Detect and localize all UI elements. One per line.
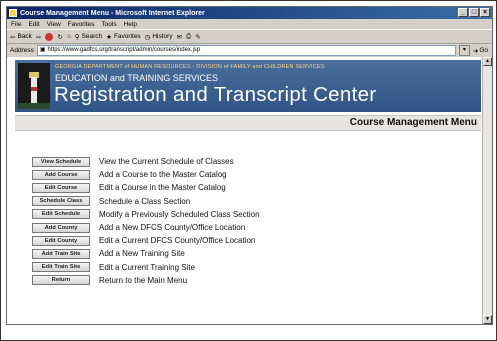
menu-edit[interactable]: Edit — [28, 21, 39, 28]
back-arrow-icon: ⇦ — [10, 33, 16, 41]
go-label: Go — [479, 47, 488, 54]
menu-row: Edit Schedule Modify a Previously Schedu… — [32, 208, 260, 221]
item-description: Add a New Training Site — [99, 249, 185, 259]
view-schedule-button[interactable]: View Schedule — [32, 156, 90, 167]
item-description: Modify a Previously Scheduled Class Sect… — [99, 209, 260, 219]
item-description: Edit a Current DFCS County/Office Locati… — [99, 236, 256, 246]
edit-schedule-button[interactable]: Edit Schedule — [32, 209, 90, 220]
search-icon: ⚲ — [74, 33, 80, 41]
scroll-down-icon[interactable]: ▼ — [483, 315, 492, 324]
search-label: Search — [81, 33, 103, 40]
history-button[interactable]: ◷ History — [145, 33, 173, 41]
mail-icon[interactable]: ✉ — [177, 33, 182, 41]
page-icon: ▣ — [39, 47, 46, 53]
item-description: Add a Course to the Master Catalog — [99, 170, 227, 180]
banner-department: GEORGIA DEPARTMENT of HUMAN RESOURCES - … — [55, 64, 325, 70]
ie-icon — [9, 9, 17, 17]
page-title: Course Management Menu — [349, 117, 477, 128]
title-bar: Course Management Menu - Microsoft Inter… — [7, 7, 492, 19]
edit-train-site-button[interactable]: Edit Train Site — [32, 262, 90, 273]
menu-file[interactable]: File — [11, 21, 21, 28]
add-train-site-button[interactable]: Add Train Site — [32, 248, 90, 259]
edit-icon[interactable]: ✎ — [195, 33, 200, 41]
site-banner: GEORGIA DEPARTMENT of HUMAN RESOURCES - … — [15, 60, 481, 112]
add-county-button[interactable]: Add County — [32, 222, 90, 233]
item-description: Edit a Current Training Site — [99, 262, 196, 272]
minimize-icon[interactable]: _ — [458, 8, 468, 17]
window-controls: _ □ × — [458, 8, 490, 17]
window-title: Course Management Menu - Microsoft Inter… — [20, 9, 205, 17]
address-input[interactable]: ▣ https://www.gadfcs.org/transcript/admi… — [36, 45, 456, 56]
address-url: https://www.gadfcs.org/transcript/admin/… — [47, 47, 201, 53]
edit-county-button[interactable]: Edit County — [32, 235, 90, 246]
browser-window: Course Management Menu - Microsoft Inter… — [6, 6, 493, 325]
menu-row: Add County Add a New DFCS County/Office … — [32, 221, 260, 234]
forward-icon[interactable]: ⇨ — [36, 33, 41, 41]
lighthouse-logo — [18, 63, 50, 109]
menu-row: View Schedule View the Current Schedule … — [32, 155, 260, 168]
close-icon[interactable]: × — [480, 8, 490, 17]
item-description: View the Current Schedule of Classes — [99, 157, 234, 167]
vertical-scrollbar[interactable]: ▲ ▼ — [482, 57, 492, 324]
address-label: Address — [10, 47, 34, 54]
schedule-class-button[interactable]: Schedule Class — [32, 196, 90, 207]
scroll-up-icon[interactable]: ▲ — [483, 57, 492, 66]
menu-tools[interactable]: Tools — [101, 21, 116, 28]
menu-row: Edit Course Edit a Course in the Master … — [32, 181, 260, 194]
item-description: Schedule a Class Section — [99, 196, 191, 206]
add-course-button[interactable]: Add Course — [32, 169, 90, 180]
stop-icon[interactable] — [45, 32, 54, 41]
history-label: History — [152, 33, 173, 40]
go-arrow-icon: ➜ — [472, 47, 479, 55]
banner-division: EDUCATION and TRAINING SERVICES — [55, 73, 219, 83]
back-label: Back — [17, 33, 32, 40]
go-button[interactable]: ➜ Go — [473, 47, 488, 55]
favorites-label: Favorites — [113, 33, 141, 40]
screenshot-frame: Course Management Menu - Microsoft Inter… — [0, 0, 497, 341]
menu-row: Add Train Site Add a New Training Site — [32, 247, 260, 260]
page-title-bar: Course Management Menu — [15, 115, 481, 131]
menu-row: Edit Train Site Edit a Current Training … — [32, 261, 260, 274]
menu-items: View Schedule View the Current Schedule … — [32, 155, 260, 287]
menu-row: Edit County Edit a Current DFCS County/O… — [32, 234, 260, 247]
toolbar: ⇦ Back ⇨ ↻ ⌂ ⚲ Search ★ Favorites ◷ Hist… — [7, 30, 492, 44]
page-content: GEORGIA DEPARTMENT of HUMAN RESOURCES - … — [7, 57, 483, 324]
back-button[interactable]: ⇦ Back — [10, 33, 32, 41]
refresh-icon[interactable]: ↻ — [57, 33, 62, 41]
edit-course-button[interactable]: Edit Course — [32, 182, 90, 193]
address-bar: Address ▣ https://www.gadfcs.org/transcr… — [7, 44, 492, 58]
menu-view[interactable]: View — [47, 21, 61, 28]
search-button[interactable]: ⚲ Search — [75, 33, 102, 41]
home-icon[interactable]: ⌂ — [67, 33, 71, 40]
return-button[interactable]: Return — [32, 275, 90, 286]
menu-help[interactable]: Help — [124, 21, 137, 28]
menu-row: Return Return to the Main Menu — [32, 274, 260, 287]
favorites-icon: ★ — [106, 33, 112, 41]
address-dropdown-icon[interactable]: ▾ — [458, 45, 470, 56]
menu-bar: File Edit View Favorites Tools Help — [7, 19, 492, 30]
item-description: Edit a Course in the Master Catalog — [99, 183, 226, 193]
maximize-icon[interactable]: □ — [469, 8, 479, 17]
item-description: Return to the Main Menu — [99, 275, 188, 285]
menu-favorites[interactable]: Favorites — [68, 21, 95, 28]
menu-row: Schedule Class Schedule a Class Section — [32, 195, 260, 208]
history-icon: ◷ — [144, 33, 151, 41]
print-icon[interactable]: ⎙ — [186, 33, 191, 41]
banner-title: Registration and Transcript Center — [54, 83, 377, 106]
menu-row: Add Course Add a Course to the Master Ca… — [32, 168, 260, 181]
item-description: Add a New DFCS County/Office Location — [99, 223, 246, 233]
favorites-button[interactable]: ★ Favorites — [106, 33, 141, 41]
